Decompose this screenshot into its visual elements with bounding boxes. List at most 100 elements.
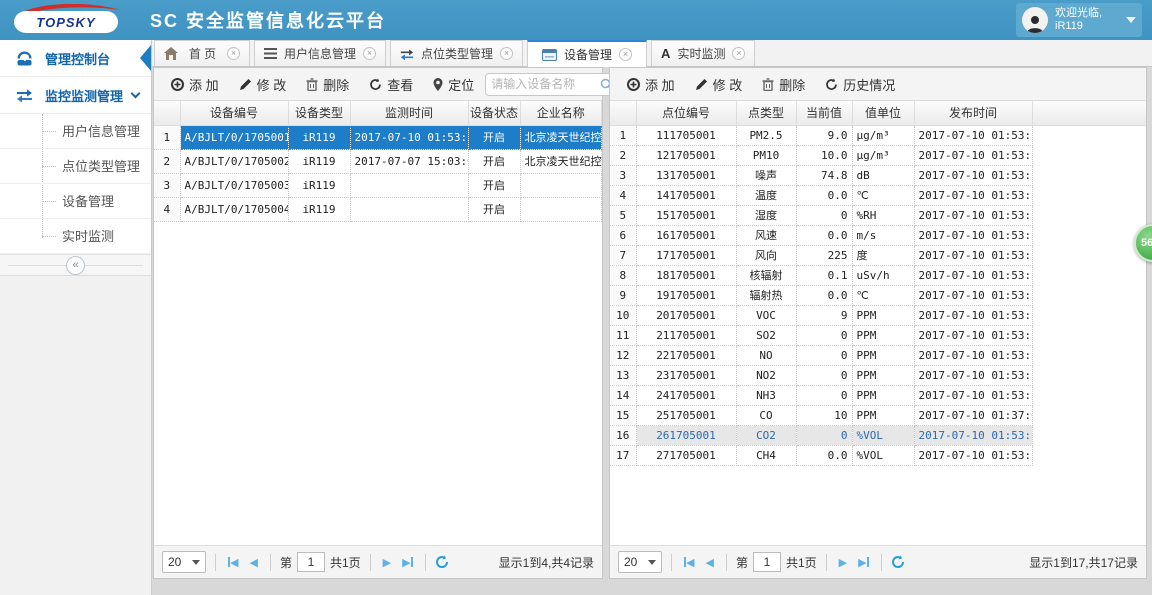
- tab-point-type[interactable]: 点位类型管理 ×: [390, 40, 524, 66]
- table-row[interactable]: 2 121705001 PM10 10.0 μg/m³ 2017-07-10 01:53:…: [610, 145, 1146, 166]
- table-row[interactable]: 4 A/BJLT/0/1705004 iR119 开启: [154, 197, 602, 222]
- sidebar: 管理控制台 监控监测管理 用户信息管理 点位类型管理 设备管理 实时监测 «: [0, 40, 152, 595]
- first-page-button[interactable]: ◀: [681, 556, 697, 569]
- collapse-icon[interactable]: «: [66, 255, 85, 275]
- button-label: 添 加: [189, 77, 219, 93]
- table-row[interactable]: 14 241705001 NH3 0 PPM 2017-07-10 01:53:21: [610, 385, 1146, 406]
- sidebar-item-console[interactable]: 管理控制台: [0, 40, 151, 77]
- table-row[interactable]: 15 251705001 CO 10 PPM 2017-07-10 01:37:01: [610, 405, 1146, 426]
- sidebar-item-device-mgmt[interactable]: 设备管理: [0, 184, 151, 219]
- table-row[interactable]: 1 A/BJLT/0/1705001 iR119 2017-07-10 01:53:2…: [154, 125, 602, 150]
- col-point-type[interactable]: 点类型: [736, 101, 797, 126]
- table-row[interactable]: 17 271705001 CH4 0.0 %VOL 2017-07-10 01:53:21: [610, 445, 1146, 466]
- delete-button[interactable]: 删除: [297, 71, 358, 98]
- map-pin-icon: [433, 77, 443, 91]
- table-row[interactable]: 5 151705001 湿度 0 %RH 2017-07-10 01:53:22: [610, 205, 1146, 226]
- table-cell: PM2.5: [736, 125, 797, 146]
- add-button[interactable]: 添 加: [618, 71, 684, 98]
- tab-realtime[interactable]: A 实时监测 ×: [651, 40, 756, 66]
- refresh-button[interactable]: [891, 555, 905, 569]
- close-icon[interactable]: ×: [500, 47, 514, 60]
- sidebar-collapse-strip[interactable]: «: [0, 254, 151, 276]
- tab-label: 点位类型管理: [421, 47, 494, 61]
- filler-header: [1032, 101, 1146, 126]
- close-icon[interactable]: ×: [732, 47, 746, 60]
- table-row[interactable]: 11 211705001 SO2 0 PPM 2017-07-10 01:53:22: [610, 325, 1146, 346]
- tab-user-info[interactable]: 用户信息管理 ×: [254, 40, 387, 66]
- table-cell: 2017-07-10 01:53:21: [914, 145, 1033, 166]
- search-input[interactable]: [491, 77, 601, 91]
- page-number-input[interactable]: [752, 552, 781, 572]
- tab-device-mgmt[interactable]: 设备管理 ×: [527, 40, 648, 67]
- filler-cell: [1032, 225, 1146, 245]
- table-row[interactable]: 16 261705001 CO2 0 %VOL 2017-07-10 01:53:22: [610, 425, 1146, 446]
- tab-home[interactable]: 首 页 ×: [154, 40, 250, 66]
- user-menu[interactable]: 欢迎光临, iR119: [1016, 3, 1142, 37]
- prev-page-button[interactable]: ◀: [702, 556, 716, 569]
- view-button[interactable]: 查看: [360, 71, 422, 98]
- table-row[interactable]: 7 171705001 风向 225 度 2017-07-10 01:53:21: [610, 245, 1146, 266]
- person-icon: [1027, 16, 1043, 33]
- table-row[interactable]: 2 A/BJLT/0/1705002 iR119 2017-07-07 15:03:0…: [154, 149, 602, 174]
- col-company[interactable]: 企业名称: [520, 101, 602, 126]
- table-cell: dB: [852, 165, 915, 186]
- table-cell: %VOL: [852, 445, 915, 466]
- page-number-input[interactable]: [296, 552, 325, 572]
- history-button[interactable]: 历史情况: [816, 71, 904, 98]
- close-icon[interactable]: ×: [619, 48, 633, 61]
- col-monitor-time[interactable]: 监测时间: [350, 101, 469, 126]
- table-cell: 2017-07-10 01:53:22: [914, 365, 1033, 386]
- table-cell: [350, 173, 469, 198]
- filler-cell: [1032, 405, 1146, 425]
- locate-button[interactable]: 定位: [424, 71, 483, 98]
- prev-page-button[interactable]: ◀: [246, 556, 260, 569]
- col-device-type[interactable]: 设备类型: [288, 101, 351, 126]
- divider: [424, 553, 426, 571]
- delete-button[interactable]: 删除: [753, 71, 814, 98]
- next-page-button[interactable]: ▶: [836, 556, 850, 569]
- sidebar-item-monitor-mgmt[interactable]: 监控监测管理: [0, 77, 151, 114]
- table-cell: 121705001: [636, 145, 737, 166]
- col-publish-time[interactable]: 发布时间: [914, 101, 1033, 126]
- col-device-status[interactable]: 设备状态: [468, 101, 521, 126]
- row-number: 11: [610, 325, 637, 346]
- table-row[interactable]: 3 131705001 噪声 74.8 dB 2017-07-10 01:53:22: [610, 165, 1146, 186]
- page-size-select[interactable]: 20: [162, 551, 206, 573]
- page-count-label: 共1页: [329, 555, 361, 570]
- table-cell: 2017-07-10 01:53:22: [914, 185, 1033, 206]
- table-cell: 261705001: [636, 425, 737, 446]
- last-page-button[interactable]: ▶: [855, 556, 871, 569]
- sidebar-item-point-type[interactable]: 点位类型管理: [0, 149, 151, 184]
- sidebar-item-user-info[interactable]: 用户信息管理: [0, 114, 151, 149]
- col-current-value[interactable]: 当前值: [796, 101, 853, 126]
- table-row[interactable]: 10 201705001 VOC 9 PPM 2017-07-10 01:53:22: [610, 305, 1146, 326]
- edit-button[interactable]: 修 改: [686, 71, 752, 98]
- table-cell: PPM: [852, 325, 915, 346]
- page-size-select[interactable]: 20: [618, 551, 662, 573]
- device-icon: [542, 48, 558, 61]
- next-page-button[interactable]: ▶: [380, 556, 394, 569]
- close-icon[interactable]: ×: [227, 47, 240, 60]
- add-button[interactable]: 添 加: [162, 71, 228, 98]
- table-row[interactable]: 3 A/BJLT/0/1705003 iR119 开启: [154, 173, 602, 198]
- last-page-button[interactable]: ▶: [399, 556, 415, 569]
- refresh-button[interactable]: [435, 555, 449, 569]
- col-device-id[interactable]: 设备编号: [180, 101, 289, 126]
- table-cell: 74.8: [796, 165, 853, 186]
- edit-button[interactable]: 修 改: [230, 71, 296, 98]
- col-point-id[interactable]: 点位编号: [636, 101, 737, 126]
- table-row[interactable]: 12 221705001 NO 0 PPM 2017-07-10 01:53:21: [610, 345, 1146, 366]
- rownum-header: [154, 101, 181, 126]
- point-table: 点位编号 点类型 当前值 值单位 发布时间 1 111705001 PM2.5 9.0…: [610, 101, 1146, 466]
- col-unit[interactable]: 值单位: [852, 101, 915, 126]
- table-row[interactable]: 4 141705001 温度 0.0 ℃ 2017-07-10 01:53:22: [610, 185, 1146, 206]
- first-page-button[interactable]: ◀: [225, 556, 241, 569]
- table-row[interactable]: 8 181705001 核辐射 0.1 uSv/h 2017-07-10 01:53:21: [610, 265, 1146, 286]
- close-icon[interactable]: ×: [363, 47, 377, 60]
- table-row[interactable]: 13 231705001 NO2 0 PPM 2017-07-10 01:53:22: [610, 365, 1146, 386]
- sidebar-item-realtime[interactable]: 实时监测: [0, 219, 151, 254]
- table-row[interactable]: 9 191705001 辐射热 0.0 ℃ 2017-07-10 01:53:21: [610, 285, 1146, 306]
- table-row[interactable]: 1 111705001 PM2.5 9.0 μg/m³ 2017-07-10 01:53:…: [610, 125, 1146, 146]
- table-cell: 0.1: [796, 265, 853, 286]
- table-row[interactable]: 6 161705001 风速 0.0 m/s 2017-07-10 01:53:21: [610, 225, 1146, 246]
